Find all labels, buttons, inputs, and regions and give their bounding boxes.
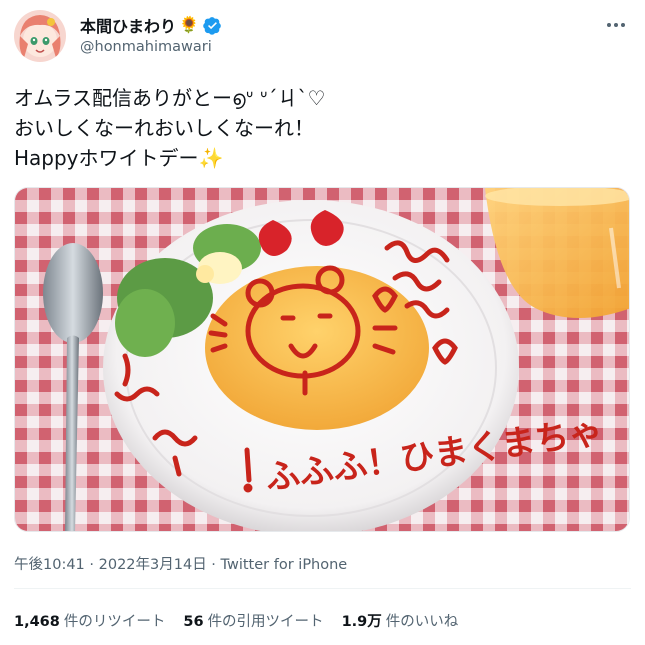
tweet-stats: 1,468 件のリツイート 56 件の引用ツイート 1.9万 件のいいね [14,610,458,631]
quote-tweets-stat[interactable]: 56 件の引用ツイート [183,610,323,631]
verified-badge-icon [203,16,221,35]
tweet-text: オムラス配信ありがとー൭ᐡ ᐡ´ㄐ`♡ おいしくなーれおいしくなーれ！ Happ… [14,83,624,173]
sparkles-emoji: ✨ [198,146,224,170]
kaomoji: ൭ᐡ ᐡ´ㄐ`♡ [232,86,326,110]
tweet-line-1: オムラス配信ありがとー൭ᐡ ᐡ´ㄐ`♡ [14,86,326,110]
tweet-source[interactable]: Twitter for iPhone [221,557,348,573]
author-name-row[interactable]: 本間ひまわり 🌻 [80,13,222,37]
tweet-photo[interactable]: ふふふ！ひまくまちゃ [14,187,630,532]
avatar[interactable] [14,10,66,62]
retweets-stat[interactable]: 1,468 件のリツイート [14,610,165,631]
tweet-line-3: Happyホワイトデー✨ [14,146,224,170]
tweet-timestamp[interactable]: 午後10:41 · 2022年3月14日 · Twitter for iPhon… [14,553,347,574]
divider [14,588,631,589]
sunflower-emoji: 🌻 [179,15,199,34]
avatar-icon [14,10,66,62]
display-name[interactable]: 本間ひまわり [80,13,176,37]
tweet-line-2: おいしくなーれおいしくなーれ！ [14,116,314,140]
omurice-photo-image: ふふふ！ひまくまちゃ [15,188,629,531]
more-options-icon[interactable] [605,14,627,36]
likes-stat[interactable]: 1.9万 件のいいね [342,610,459,631]
author-handle[interactable]: @honmahimawari [80,39,212,55]
